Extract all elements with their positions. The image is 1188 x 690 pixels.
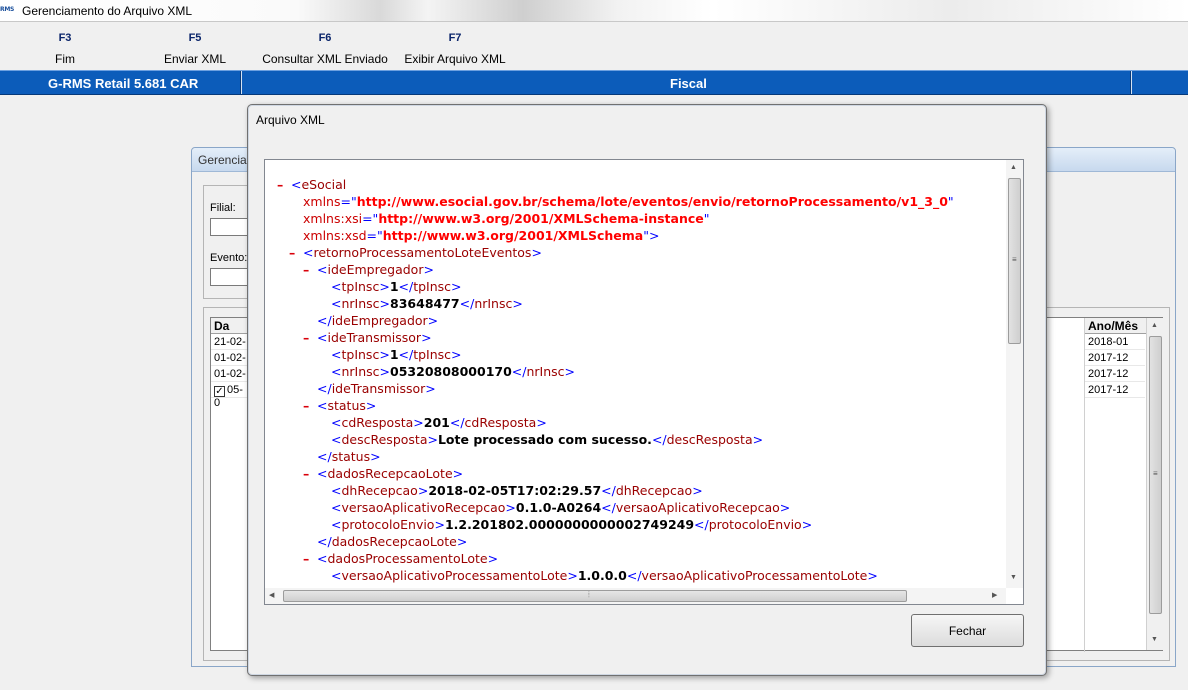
row-period: 2017-12	[1088, 384, 1129, 396]
row-checkbox[interactable]: ✓	[214, 386, 225, 397]
collapse-toggle[interactable]: –	[277, 176, 291, 193]
xml-line: <nrInsc>05320808000170</nrInsc>	[331, 364, 576, 379]
scroll-left-arrow-icon[interactable]: ◀	[269, 591, 274, 599]
toolbar-label: Exibir Arquivo XML	[404, 52, 506, 66]
xml-vertical-scrollbar[interactable]: ▲ ≡ ▼	[1006, 160, 1023, 588]
xml-vscroll-thumb[interactable]: ≡	[1008, 178, 1021, 344]
collapse-toggle[interactable]: –	[303, 329, 317, 346]
grip-icon: ⦙	[588, 590, 590, 599]
app-logo-icon: RMS	[0, 6, 15, 13]
collapse-toggle[interactable]: –	[303, 397, 317, 414]
scroll-right-arrow-icon[interactable]: ▶	[992, 591, 997, 599]
xml-line: – <retornoProcessamentoLoteEventos>	[289, 244, 542, 261]
table-row[interactable]: ✓ 05-0	[211, 382, 251, 409]
xml-line: <tpInsc>1</tpInsc>	[331, 347, 462, 362]
xml-dialog: Arquivo XML – <eSocial xmlns="http://www.…	[247, 104, 1047, 676]
dialog-title: Arquivo XML	[256, 113, 325, 127]
toolbar-key: F7	[448, 32, 462, 44]
table-row[interactable]: 2017-12	[1085, 350, 1145, 366]
grip-icon: ≡	[1153, 469, 1158, 478]
xml-line: </dadosProcessamentoLote>	[277, 584, 1007, 586]
fechar-button[interactable]: Fechar	[911, 614, 1024, 647]
xml-line: </dadosRecepcaoLote>	[317, 534, 468, 549]
xml-line: – <eSocial	[277, 176, 347, 193]
row-date: 21-02-	[214, 336, 246, 348]
xml-hscroll-thumb[interactable]: ⦙	[283, 590, 907, 602]
xml-line: xmlns:xsd="http://www.w3.org/2001/XMLSch…	[303, 228, 660, 243]
xml-content: – <eSocial xmlns="http://www.esocial.gov.…	[277, 176, 1007, 586]
grid-vertical-scrollbar[interactable]: ▲ ≡ ▼	[1146, 318, 1163, 650]
grid-header-ano-mes[interactable]: Ano/Mês	[1084, 318, 1146, 334]
table-row[interactable]: 2018-01	[1085, 334, 1145, 350]
xml-line: <versaoAplicativoProcessamentoLote>1.0.0…	[331, 568, 878, 583]
row-period: 2017-12	[1088, 368, 1129, 380]
title-bar: RMS Gerenciamento do Arquivo XML	[0, 0, 1188, 22]
xml-line: – <dadosProcessamentoLote>	[303, 550, 499, 567]
scroll-up-arrow-icon[interactable]: ▲	[1010, 164, 1017, 171]
row-date: 01-02-	[214, 368, 246, 380]
toolbar-label: Consultar XML Enviado	[262, 52, 388, 66]
xml-line: xmlns="http://www.esocial.gov.br/schema/…	[303, 194, 954, 209]
table-row[interactable]: 01-02-	[211, 350, 251, 366]
toolbar-key: F3	[58, 32, 72, 44]
filial-label: Filial:	[210, 202, 236, 214]
toolbar-label: Fim	[55, 52, 75, 66]
xml-line: <versaoAplicativoRecepcao>0.1.0-A0264</v…	[331, 500, 791, 515]
xml-line: </ideTransmissor>	[317, 381, 436, 396]
table-row[interactable]: 2017-12	[1085, 366, 1145, 382]
scroll-down-arrow-icon[interactable]: ▼	[1010, 574, 1017, 581]
window-title: Gerenciamento do Arquivo XML	[22, 4, 193, 18]
xml-line: </ideEmpregador>	[317, 313, 439, 328]
row-period: 2017-12	[1088, 352, 1129, 364]
collapse-toggle[interactable]: –	[303, 261, 317, 278]
xml-line: </status>	[317, 449, 381, 464]
module-name: Fiscal	[670, 76, 707, 91]
xml-viewer[interactable]: – <eSocial xmlns="http://www.esocial.gov.…	[264, 159, 1024, 605]
grip-icon: ≡	[1012, 255, 1017, 264]
product-version: G-RMS Retail 5.681 CAR	[48, 76, 199, 91]
xml-line: <tpInsc>1</tpInsc>	[331, 279, 462, 294]
toolbar-key: F6	[318, 32, 332, 44]
xml-line: – <ideTransmissor>	[303, 329, 432, 346]
status-bar: G-RMS Retail 5.681 CAR Fiscal	[0, 70, 1188, 95]
row-date: 01-02-	[214, 352, 246, 364]
toolbar-key: F5	[188, 32, 202, 44]
status-separator	[1130, 71, 1132, 94]
status-separator	[240, 71, 242, 94]
collapse-toggle[interactable]: –	[303, 550, 317, 567]
xml-line: <cdResposta>201</cdResposta>	[331, 415, 547, 430]
toolbar-button-exibir-xml[interactable]: F7 Exibir Arquivo XML	[403, 32, 507, 66]
toolbar-button-consultar-xml[interactable]: F6 Consultar XML Enviado	[262, 32, 388, 66]
scroll-down-arrow-icon[interactable]: ▼	[1151, 636, 1158, 643]
row-period: 2018-01	[1088, 336, 1129, 348]
xml-line: xmlns:xsi="http://www.w3.org/2001/XMLSch…	[303, 211, 710, 226]
xml-line: – <ideEmpregador>	[303, 261, 434, 278]
toolbar-button-enviar-xml[interactable]: F5 Enviar XML	[160, 32, 230, 66]
grid-scroll-thumb[interactable]: ≡	[1149, 336, 1162, 614]
evento-label: Evento:	[210, 252, 248, 264]
table-row[interactable]: 01-02-	[211, 366, 251, 382]
xml-line: <nrInsc>83648477</nrInsc>	[331, 296, 523, 311]
xml-line: <descResposta>Lote processado com sucess…	[331, 432, 764, 447]
toolbar-button-fim[interactable]: F3 Fim	[40, 32, 90, 66]
scroll-up-arrow-icon[interactable]: ▲	[1151, 322, 1158, 329]
xml-line: <protocoloEnvio>1.2.201802.0000000000002…	[331, 517, 813, 532]
collapse-toggle[interactable]: –	[289, 244, 303, 261]
xml-line: – <dadosRecepcaoLote>	[303, 465, 464, 482]
xml-horizontal-scrollbar[interactable]: ◀ ⦙ ▶	[265, 588, 1006, 604]
table-row[interactable]: 2017-12	[1085, 382, 1145, 398]
grid-header-date[interactable]: Da	[211, 318, 251, 334]
table-row[interactable]: 21-02-	[211, 334, 251, 350]
xml-line: <dhRecepcao>2018-02-05T17:02:29.57</dhRe…	[331, 483, 703, 498]
collapse-toggle[interactable]: –	[303, 465, 317, 482]
toolbar-label: Enviar XML	[163, 52, 227, 66]
xml-line: – <status>	[303, 397, 377, 414]
